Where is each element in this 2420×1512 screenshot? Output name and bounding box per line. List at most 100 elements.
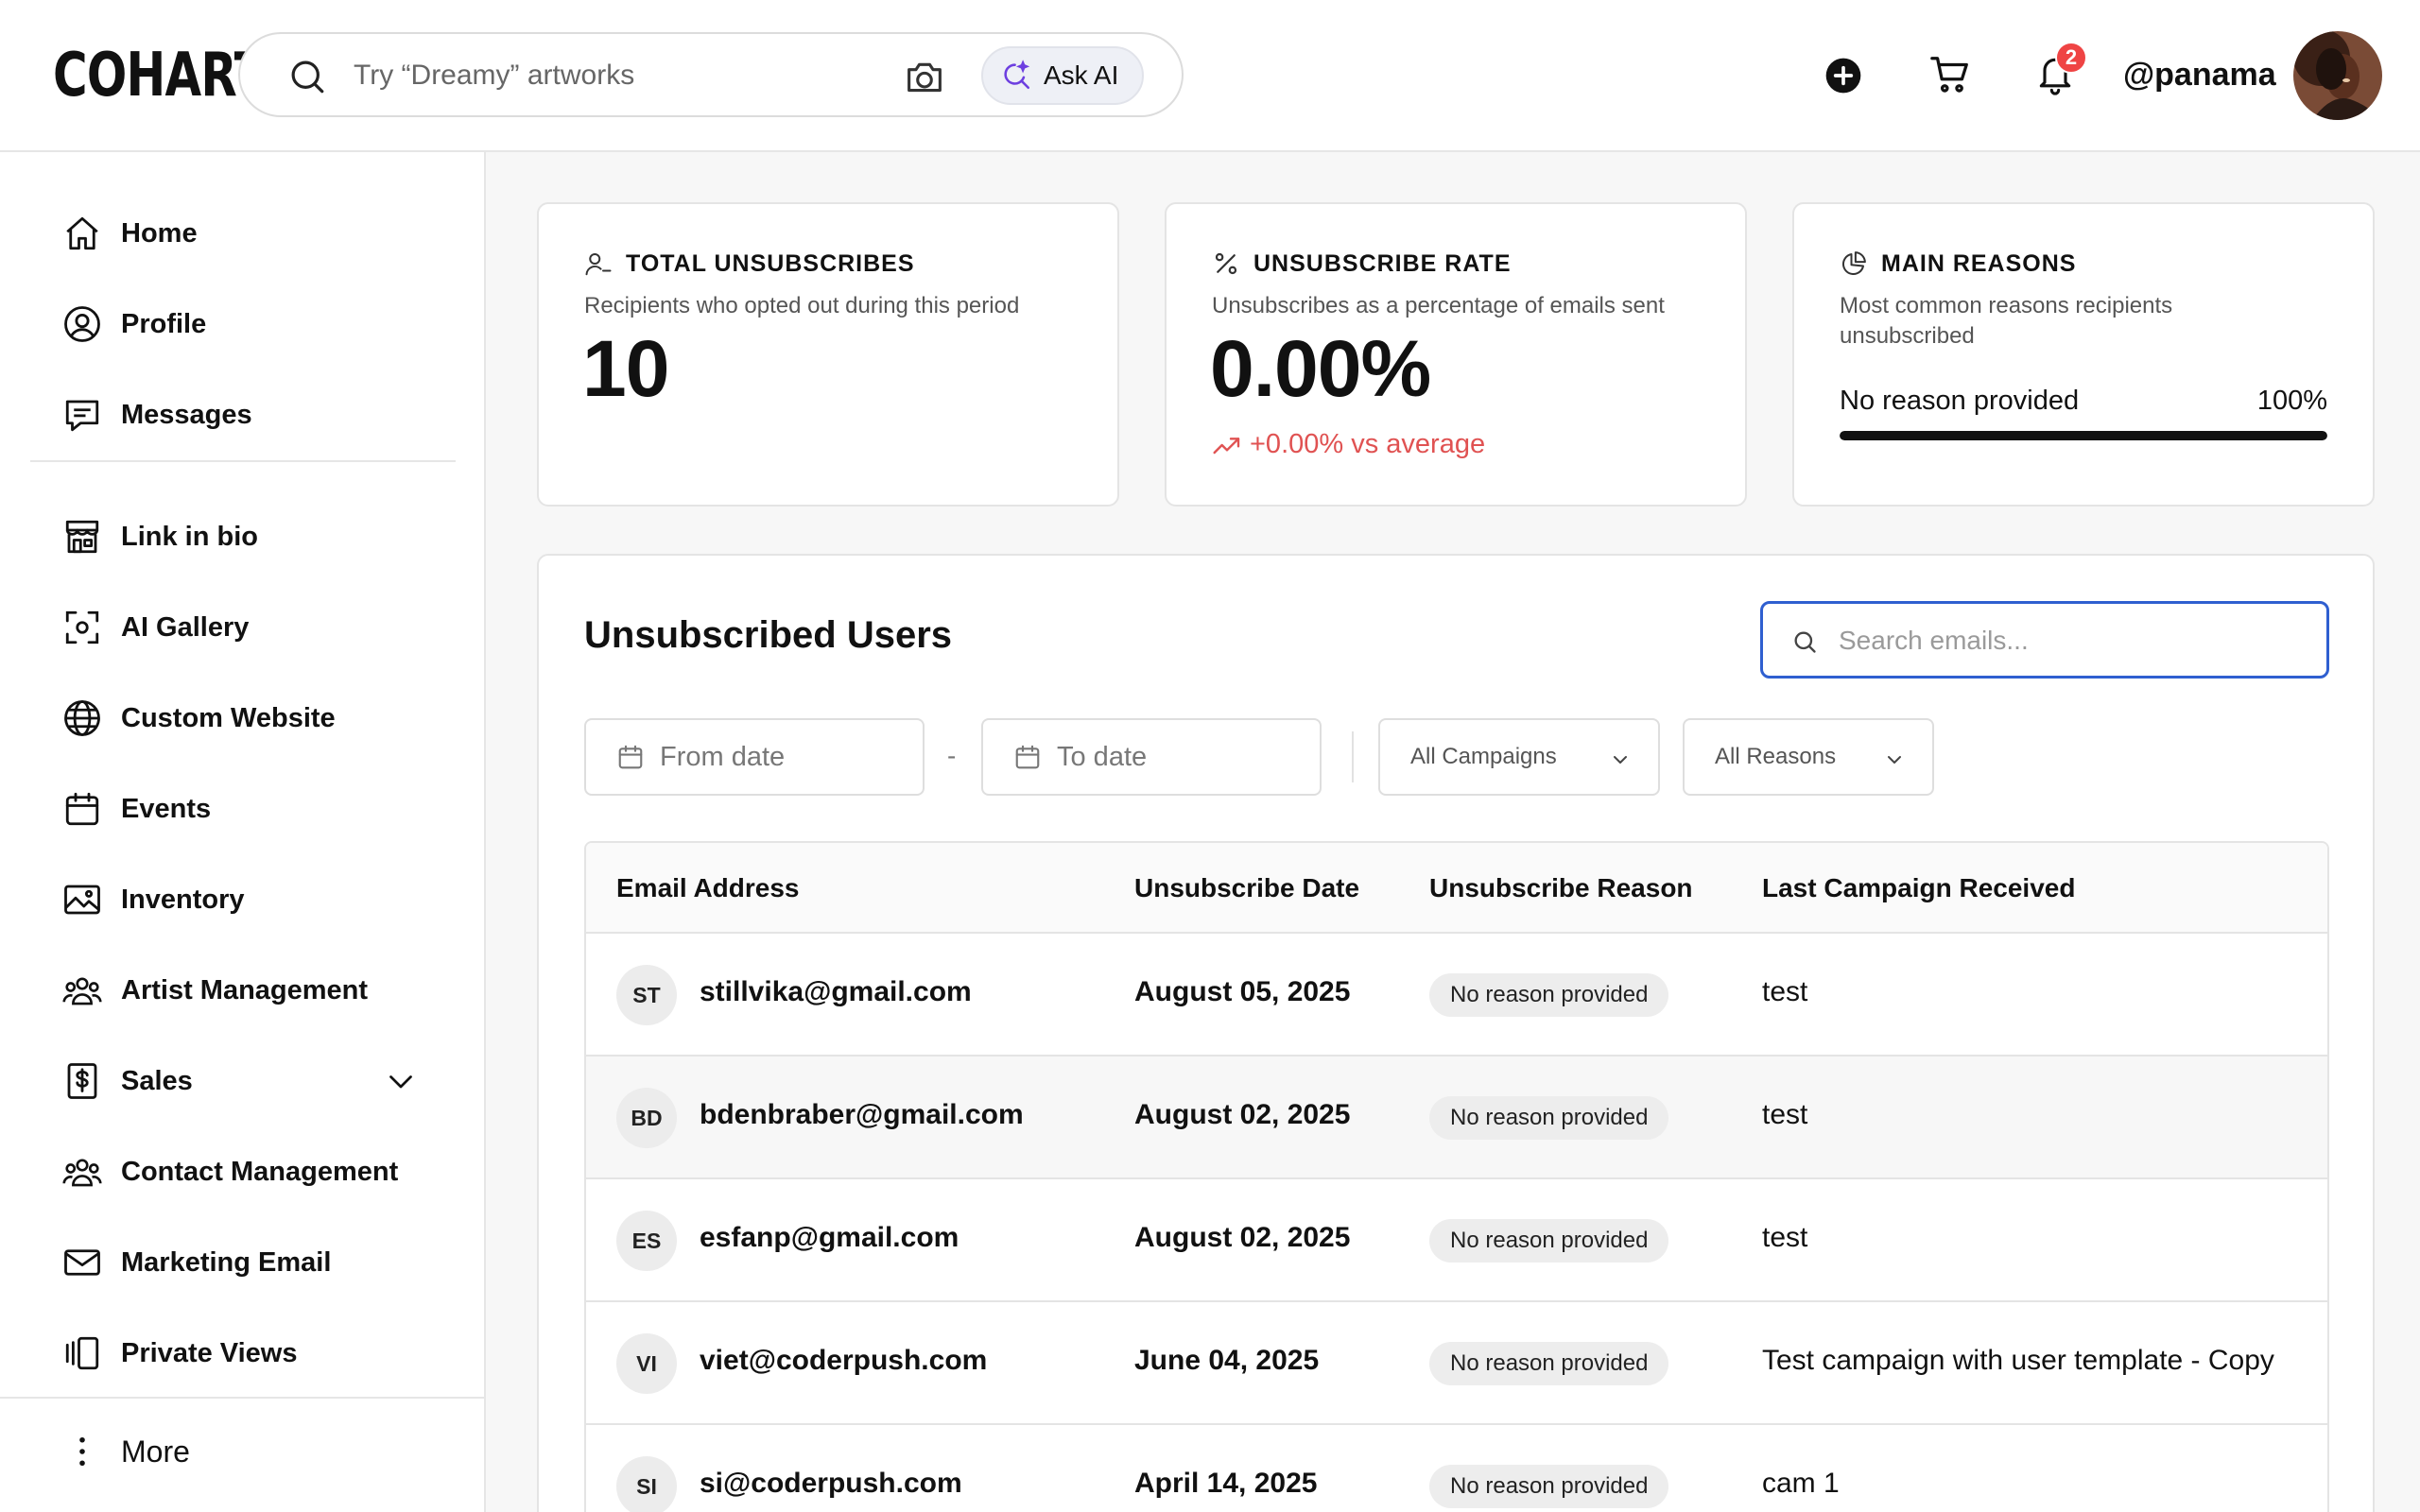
storefront-icon <box>60 515 104 558</box>
email-search-field[interactable] <box>1760 601 2329 679</box>
sidebar-item-sales[interactable]: Sales <box>60 1051 439 1111</box>
from-date-picker[interactable]: From date <box>584 718 925 796</box>
create-plus-icon[interactable] <box>1824 57 1862 94</box>
column-header-campaign[interactable]: Last Campaign Received <box>1762 873 2075 903</box>
sidebar-item-label: AI Gallery <box>121 611 250 643</box>
unsubscribe-rate-card: UNSUBSCRIBE RATE Unsubscribes as a perce… <box>1165 202 1747 507</box>
globe-icon <box>60 696 104 740</box>
table-row[interactable]: VI viet@coderpush.com June 04, 2025 No r… <box>586 1302 2327 1425</box>
sidebar-item-messages[interactable]: Messages <box>60 385 439 445</box>
row-email: viet@coderpush.com <box>700 1345 988 1376</box>
sidebar-item-events[interactable]: Events <box>60 779 439 839</box>
card-header: MAIN REASONS <box>1840 249 2076 278</box>
row-reason-badge: No reason provided <box>1429 1465 1669 1508</box>
row-email: bdenbraber@gmail.com <box>700 1099 1024 1130</box>
card-title: MAIN REASONS <box>1881 249 2077 277</box>
calendar-icon <box>616 743 645 771</box>
row-date: April 14, 2025 <box>1134 1468 1318 1499</box>
row-reason-badge: No reason provided <box>1429 973 1669 1017</box>
panel-title: Unsubscribed Users <box>584 614 953 656</box>
cart-icon[interactable] <box>1928 53 1972 96</box>
email-search-input[interactable] <box>1839 621 2311 661</box>
sidebar-item-ai-gallery[interactable]: AI Gallery <box>60 597 439 658</box>
column-header-email[interactable]: Email Address <box>616 873 799 903</box>
table-row[interactable]: BD bdenbraber@gmail.com August 02, 2025 … <box>586 1057 2327 1179</box>
user-minus-icon <box>584 249 613 278</box>
sidebar-item-marketing-email[interactable]: Marketing Email <box>60 1232 439 1293</box>
calendar-icon <box>1013 743 1042 771</box>
reason-filter-select[interactable]: All Reasons <box>1683 718 1934 796</box>
username-label[interactable]: @panama <box>2123 57 2276 94</box>
row-campaign: test <box>1762 1222 1808 1253</box>
row-date: August 05, 2025 <box>1134 976 1351 1007</box>
trend-up-icon <box>1212 432 1242 458</box>
sidebar-item-home[interactable]: Home <box>60 203 439 264</box>
rate-delta-text: +0.00% vs average <box>1250 429 1486 459</box>
sidebar-item-private-views[interactable]: Private Views <box>60 1323 439 1383</box>
sidebar-item-label: Events <box>121 793 212 824</box>
row-date: June 04, 2025 <box>1134 1345 1320 1376</box>
user-avatar[interactable] <box>2293 31 2382 120</box>
sidebar-item-label: Marketing Email <box>121 1246 332 1278</box>
sidebar-item-custom-website[interactable]: Custom Website <box>60 688 439 748</box>
reason-row: No reason provided 100% <box>1840 386 2327 417</box>
global-search-bar[interactable]: Ask AI <box>238 32 1184 117</box>
campaign-filter-value: All Campaigns <box>1410 744 1557 769</box>
sidebar-item-artist-management[interactable]: Artist Management <box>60 960 439 1021</box>
sidebar-nav: Home Profile Messages Link in bio AI Gal… <box>0 152 486 1512</box>
card-title: UNSUBSCRIBE RATE <box>1253 249 1512 277</box>
campaign-filter-select[interactable]: All Campaigns <box>1378 718 1660 796</box>
sidebar-item-contact-management[interactable]: Contact Management <box>60 1142 439 1202</box>
chevron-down-icon <box>1609 748 1632 771</box>
sidebar-item-label: Sales <box>121 1065 193 1096</box>
table-row[interactable]: ES esfanp@gmail.com August 02, 2025 No r… <box>586 1179 2327 1302</box>
reason-progress-track <box>1840 431 2327 440</box>
sidebar-item-label: Home <box>121 217 198 249</box>
row-avatar: BD <box>616 1088 677 1148</box>
ask-ai-button[interactable]: Ask AI <box>981 46 1144 105</box>
chevron-down-icon[interactable] <box>384 1064 418 1098</box>
home-icon <box>60 212 104 255</box>
row-date: August 02, 2025 <box>1134 1099 1351 1130</box>
row-avatar: SI <box>616 1456 677 1512</box>
sidebar-item-label: Artist Management <box>121 974 369 1005</box>
sidebar-item-label: Private Views <box>121 1337 298 1368</box>
calendar-icon <box>60 787 104 831</box>
search-icon <box>1791 628 1818 655</box>
top-header: COHART Ask AI 2 @panama <box>0 0 2420 152</box>
cohart-logo[interactable]: COHART <box>53 42 267 110</box>
table-header: Email Address Unsubscribe Date Unsubscri… <box>586 843 2327 934</box>
row-avatar: VI <box>616 1333 677 1394</box>
row-avatar: ST <box>616 965 677 1025</box>
sidebar-item-label: Inventory <box>121 884 245 915</box>
users-icon <box>60 1150 104 1194</box>
row-email: stillvika@gmail.com <box>700 976 972 1007</box>
unsubscribed-users-table: Email Address Unsubscribe Date Unsubscri… <box>584 841 2329 1512</box>
users-icon <box>60 969 104 1012</box>
card-subtitle: Unsubscribes as a percentage of emails s… <box>1212 293 1665 318</box>
dollar-doc-icon <box>60 1059 104 1103</box>
camera-icon[interactable] <box>904 58 945 95</box>
column-header-date[interactable]: Unsubscribe Date <box>1134 873 1359 903</box>
table-row[interactable]: ST stillvika@gmail.com August 05, 2025 N… <box>586 934 2327 1057</box>
column-header-reason[interactable]: Unsubscribe Reason <box>1429 873 1693 903</box>
row-campaign: Test campaign with user template - Copy <box>1762 1345 2274 1376</box>
sidebar-item-label: Link in bio <box>121 521 258 552</box>
reason-filter-value: All Reasons <box>1715 744 1837 769</box>
sidebar-item-label: Messages <box>121 399 252 430</box>
row-campaign: test <box>1762 976 1808 1007</box>
row-reason-badge: No reason provided <box>1429 1342 1669 1385</box>
card-subtitle: Recipients who opted out during this per… <box>584 293 1020 318</box>
sidebar-more-button[interactable]: More <box>60 1421 439 1482</box>
scan-icon <box>60 606 104 649</box>
sidebar-divider <box>30 460 456 462</box>
user-circle-icon <box>60 302 104 346</box>
reason-label: No reason provided <box>1840 386 2080 416</box>
chevron-down-icon <box>1883 748 1906 771</box>
table-row[interactable]: SI si@coderpush.com April 14, 2025 No re… <box>586 1425 2327 1512</box>
sidebar-item-link-in-bio[interactable]: Link in bio <box>60 507 439 567</box>
sidebar-item-profile[interactable]: Profile <box>60 294 439 354</box>
to-date-picker[interactable]: To date <box>981 718 1322 796</box>
sidebar-item-inventory[interactable]: Inventory <box>60 869 439 930</box>
filter-divider <box>1352 731 1354 782</box>
